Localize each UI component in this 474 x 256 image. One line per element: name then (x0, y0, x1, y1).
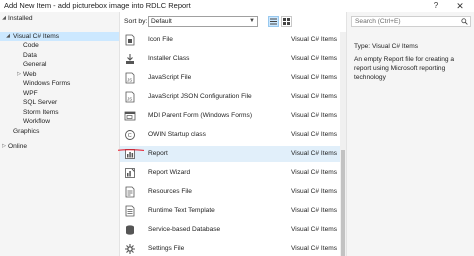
details-pane: Type: Visual C# Items An empty Report fi… (346, 12, 474, 256)
tree-label: Web (23, 71, 37, 78)
close-button[interactable]: ✕ (450, 0, 470, 12)
item-type: Visual C# Items (291, 207, 338, 214)
database-icon (126, 225, 134, 235)
item-name: Runtime Text Template (148, 207, 215, 214)
item-type: Visual C# Items (291, 55, 338, 62)
svg-text:JS: JS (127, 78, 132, 83)
text-template-icon (125, 205, 135, 217)
tree-item-code[interactable]: Code (23, 41, 39, 50)
item-type: Visual C# Items (291, 245, 338, 252)
item-name: Service-based Database (148, 226, 221, 233)
search-input[interactable] (352, 17, 460, 26)
item-type: Visual C# Items (291, 93, 338, 100)
item-type: Visual C# Items (291, 150, 338, 157)
item-name: JavaScript File (148, 74, 192, 81)
list-item-settings-file[interactable]: Settings File Visual C# Items (120, 241, 340, 256)
owin-startup-icon: C (125, 130, 135, 140)
window-title: Add New Item - add picturebox image into… (4, 1, 191, 10)
type-label: Type: (354, 43, 371, 50)
resources-file-icon (125, 186, 135, 198)
sort-toolbar: Sort by: Default ▼ (120, 12, 346, 32)
list-view-icon (270, 18, 277, 25)
scroll-thumb[interactable] (341, 150, 345, 256)
tree-label: Installed (8, 15, 33, 22)
title-bar: Add New Item - add picturebox image into… (0, 0, 474, 12)
list-item-report-wizard[interactable]: Report Wizard Visual C# Items (120, 165, 340, 181)
tree-label: Visual C# Items (13, 33, 60, 40)
item-name: Resources File (148, 188, 192, 195)
tree-label: Online (8, 143, 28, 150)
list-item-mdi-parent-form[interactable]: MDI Parent Form (Windows Forms) Visual C… (120, 108, 340, 124)
javascript-file-icon: JS (125, 72, 135, 84)
list-item-installer-class[interactable]: Installer Class Visual C# Items (120, 51, 340, 67)
item-type: Visual C# Items (291, 169, 338, 176)
mdi-form-icon (124, 111, 136, 121)
chevron-down-icon: ▼ (249, 18, 255, 24)
list-item-resources-file[interactable]: Resources File Visual C# Items (120, 184, 340, 200)
tree-item-general[interactable]: General (23, 60, 46, 69)
item-name: MDI Parent Form (Windows Forms) (148, 112, 253, 119)
tree-item-windows-forms[interactable]: Windows Forms (23, 79, 70, 88)
item-type: Visual C# Items (291, 74, 338, 81)
svg-text:C: C (128, 133, 132, 139)
list-item-javascript-file[interactable]: JS JavaScript File Visual C# Items (120, 70, 340, 86)
item-name: Installer Class (148, 55, 190, 62)
medium-icons-button[interactable] (281, 16, 292, 27)
sort-value: Default (151, 18, 172, 25)
search-icon[interactable] (461, 18, 468, 25)
item-type: Visual C# Items (291, 188, 338, 195)
sort-label: Sort by: (124, 18, 148, 25)
installer-class-icon (126, 54, 134, 64)
item-type: Visual C# Items (291, 36, 338, 43)
list-item-icon-file[interactable]: Icon File Visual C# Items (120, 32, 340, 48)
expanded-arrow-icon[interactable]: ◢ (1, 14, 7, 23)
item-type: Visual C# Items (291, 112, 338, 119)
item-name: Icon File (148, 36, 173, 43)
json-config-icon: JS (125, 91, 135, 103)
tree-item-sql-server[interactable]: SQL Server (23, 98, 57, 107)
type-value: Visual C# Items (371, 43, 419, 50)
item-name: JavaScript JSON Configuration File (148, 93, 252, 100)
help-button[interactable]: ? (430, 0, 442, 12)
item-type: Visual C# Items (291, 226, 338, 233)
expanded-arrow-icon[interactable]: ◢ (5, 32, 11, 41)
list-item-runtime-text-template[interactable]: Runtime Text Template Visual C# Items (120, 203, 340, 219)
search-box[interactable] (351, 16, 471, 27)
collapsed-arrow-icon[interactable]: ▷ (16, 70, 22, 79)
template-list: Icon File Visual C# Items Installer Clas… (120, 32, 340, 256)
settings-file-icon (125, 244, 135, 254)
list-view-button[interactable] (268, 16, 279, 27)
grid-view-icon (283, 18, 290, 25)
tree-item-graphics[interactable]: Graphics (13, 127, 39, 136)
item-name: Settings File (148, 245, 185, 252)
list-item-service-based-database[interactable]: Service-based Database Visual C# Items (120, 222, 340, 238)
tree-item-data[interactable]: Data (23, 51, 37, 60)
item-name: OWIN Startup class (148, 131, 206, 138)
type-line: Type: Visual C# Items (354, 42, 418, 51)
sort-dropdown[interactable]: Default ▼ (148, 16, 258, 27)
list-item-json-config[interactable]: JS JavaScript JSON Configuration File Vi… (120, 89, 340, 105)
item-name: Report (148, 150, 168, 157)
svg-text:JS: JS (127, 97, 132, 102)
annotation-underline (118, 149, 144, 151)
item-description: An empty Report file for creating a repo… (354, 56, 455, 81)
list-item-owin-startup[interactable]: C OWIN Startup class Visual C# Items (120, 127, 340, 143)
category-tree: ◢ Installed ◢ Visual C# Items Code Data … (0, 12, 120, 256)
tree-item-workflow[interactable]: Workflow (23, 117, 50, 126)
item-type: Visual C# Items (291, 131, 338, 138)
list-item-report[interactable]: Report Visual C# Items (120, 146, 340, 162)
report-wizard-icon (125, 168, 135, 178)
tree-item-wpf[interactable]: WPF (23, 89, 38, 98)
icon-file-icon (125, 34, 135, 46)
item-name: Report Wizard (148, 169, 191, 176)
tree-item-storm-items[interactable]: Storm Items (23, 108, 59, 117)
collapsed-arrow-icon[interactable]: ▷ (1, 142, 7, 151)
